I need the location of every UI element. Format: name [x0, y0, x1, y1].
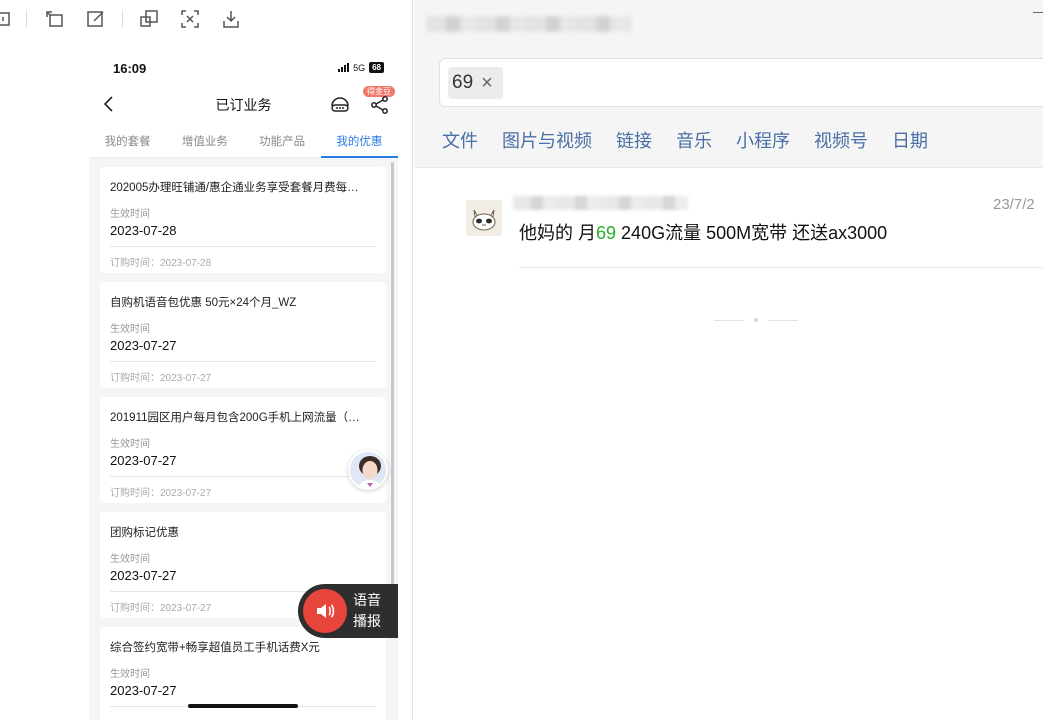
- blurred-window-title: [426, 16, 631, 32]
- fit-screen-icon[interactable]: [0, 8, 12, 30]
- divider: [110, 246, 376, 247]
- search-filters: 文件 图片与视频 链接 音乐 小程序 视频号 日期: [442, 127, 928, 153]
- effective-date: 2023-07-27: [110, 568, 177, 583]
- end-of-results-marker: [714, 318, 798, 322]
- assistant-avatar[interactable]: [348, 450, 388, 490]
- tab-my-plan[interactable]: 我的套餐: [89, 122, 166, 157]
- filter-links[interactable]: 链接: [616, 127, 652, 153]
- chat-search-panel: 69 × 文件 图片与视频 链接 音乐 小程序 视频号 日期 23/7/2 他妈…: [414, 0, 1043, 720]
- signal-icon: [338, 63, 350, 72]
- filter-date[interactable]: 日期: [892, 127, 928, 153]
- divider: [110, 361, 376, 362]
- viewer-toolbar: [0, 0, 413, 40]
- effective-date: 2023-07-28: [110, 223, 177, 238]
- effective-label: 生效时间: [110, 209, 150, 220]
- status-bar: 16:09 5G 68: [89, 52, 398, 86]
- effective-date: 2023-07-27: [110, 338, 177, 353]
- filter-music[interactable]: 音乐: [676, 127, 712, 153]
- list-item[interactable]: 201911园区用户每月包含200G手机上网流量（… 生效时间 2023-07-…: [100, 397, 386, 503]
- cat-avatar-icon: [466, 200, 502, 236]
- phone-screenshot: 16:09 5G 68 已订业务 得金豆 我的套餐 增值业务 功能产品 我的优惠…: [89, 52, 398, 720]
- keyword-highlight: 69: [596, 223, 617, 243]
- card-title: 202005办理旺铺通/惠企通业务享受套餐月费每…: [110, 182, 359, 194]
- filter-files[interactable]: 文件: [442, 127, 478, 153]
- effective-date: 2023-07-27: [110, 683, 177, 698]
- toolbar-divider: [26, 10, 27, 28]
- download-icon[interactable]: [220, 8, 242, 30]
- minimize-icon[interactable]: [1033, 12, 1043, 13]
- status-indicators: 5G 68: [338, 62, 384, 73]
- tab-value-added[interactable]: 增值业务: [166, 122, 243, 157]
- network-type: 5G: [353, 62, 366, 73]
- divider: [110, 476, 376, 477]
- message-text-after: 240G流量 500M宽带 还送ax3000: [616, 223, 888, 243]
- message-date: 23/7/2: [993, 196, 1035, 213]
- nav-bar: 已订业务 得金豆: [89, 86, 398, 122]
- divider: [519, 267, 1043, 268]
- voice-broadcast-widget[interactable]: 语音 播报: [298, 584, 398, 638]
- image-viewer: 16:09 5G 68 已订业务 得金豆 我的套餐 增值业务 功能产品 我的优惠…: [0, 0, 413, 720]
- voice-label: 语音 播报: [353, 590, 393, 632]
- search-input[interactable]: 69 ×: [439, 58, 1043, 107]
- message-text-before: 他妈的 月: [519, 223, 597, 243]
- effective-label: 生效时间: [110, 324, 150, 335]
- order-time: 订购时间：2023-07-27: [110, 488, 212, 499]
- tab-my-discounts[interactable]: 我的优惠: [320, 122, 398, 158]
- effective-label: 生效时间: [110, 439, 150, 450]
- list-item[interactable]: 自购机语音包优惠 50元×24个月_WZ 生效时间 2023-07-27 订购时…: [100, 282, 386, 388]
- tab-feature-products[interactable]: 功能产品: [244, 122, 321, 157]
- effective-label: 生效时间: [110, 554, 150, 565]
- customer-service-icon[interactable]: [329, 94, 351, 116]
- order-time: 订购时间：2023-07-27: [110, 373, 212, 384]
- speaker-icon[interactable]: [303, 589, 347, 633]
- share-icon[interactable]: [369, 94, 391, 116]
- message-text: 他妈的 月69 240G流量 500M宽带 还送ax3000: [519, 219, 887, 245]
- card-title: 自购机语音包优惠 50元×24个月_WZ: [110, 297, 297, 309]
- filter-images-videos[interactable]: 图片与视频: [502, 127, 592, 153]
- text-recognition-icon[interactable]: [179, 8, 201, 30]
- clear-keyword-icon[interactable]: ×: [481, 73, 493, 93]
- search-keyword-chip[interactable]: 69 ×: [448, 67, 503, 99]
- filter-mini-programs[interactable]: 小程序: [736, 127, 790, 153]
- card-title: 201911园区用户每月包含200G手机上网流量（…: [110, 412, 360, 424]
- card-title: 团购标记优惠: [110, 527, 179, 539]
- status-time: 16:09: [113, 61, 147, 76]
- edit-icon[interactable]: [85, 8, 107, 30]
- effective-date: 2023-07-27: [110, 453, 177, 468]
- home-indicator: [188, 704, 298, 708]
- voice-label-line1: 语音: [353, 592, 381, 608]
- list-item[interactable]: 202005办理旺铺通/惠企通业务享受套餐月费每… 生效时间 2023-07-2…: [100, 167, 386, 273]
- search-header: 69 × 文件 图片与视频 链接 音乐 小程序 视频号 日期: [414, 0, 1043, 168]
- toolbar-divider: [122, 10, 123, 28]
- crop-translate-icon[interactable]: [138, 8, 160, 30]
- avatar: [466, 200, 502, 236]
- business-tabs: 我的套餐 增值业务 功能产品 我的优惠: [89, 122, 398, 158]
- effective-label: 生效时间: [110, 669, 150, 680]
- rotate-icon[interactable]: [44, 8, 66, 30]
- page-title: 已订业务: [215, 97, 272, 113]
- order-time: 订购时间：2023-07-28: [110, 258, 212, 269]
- scrollbar[interactable]: [391, 162, 394, 610]
- blurred-sender-name: [513, 196, 688, 210]
- voice-label-line2: 播报: [353, 613, 381, 629]
- card-title: 综合签约宽带+畅享超值员工手机话费X元: [110, 642, 320, 654]
- filter-channels[interactable]: 视频号: [814, 127, 868, 153]
- search-keyword: 69: [452, 72, 474, 93]
- battery-icon: 68: [369, 62, 384, 73]
